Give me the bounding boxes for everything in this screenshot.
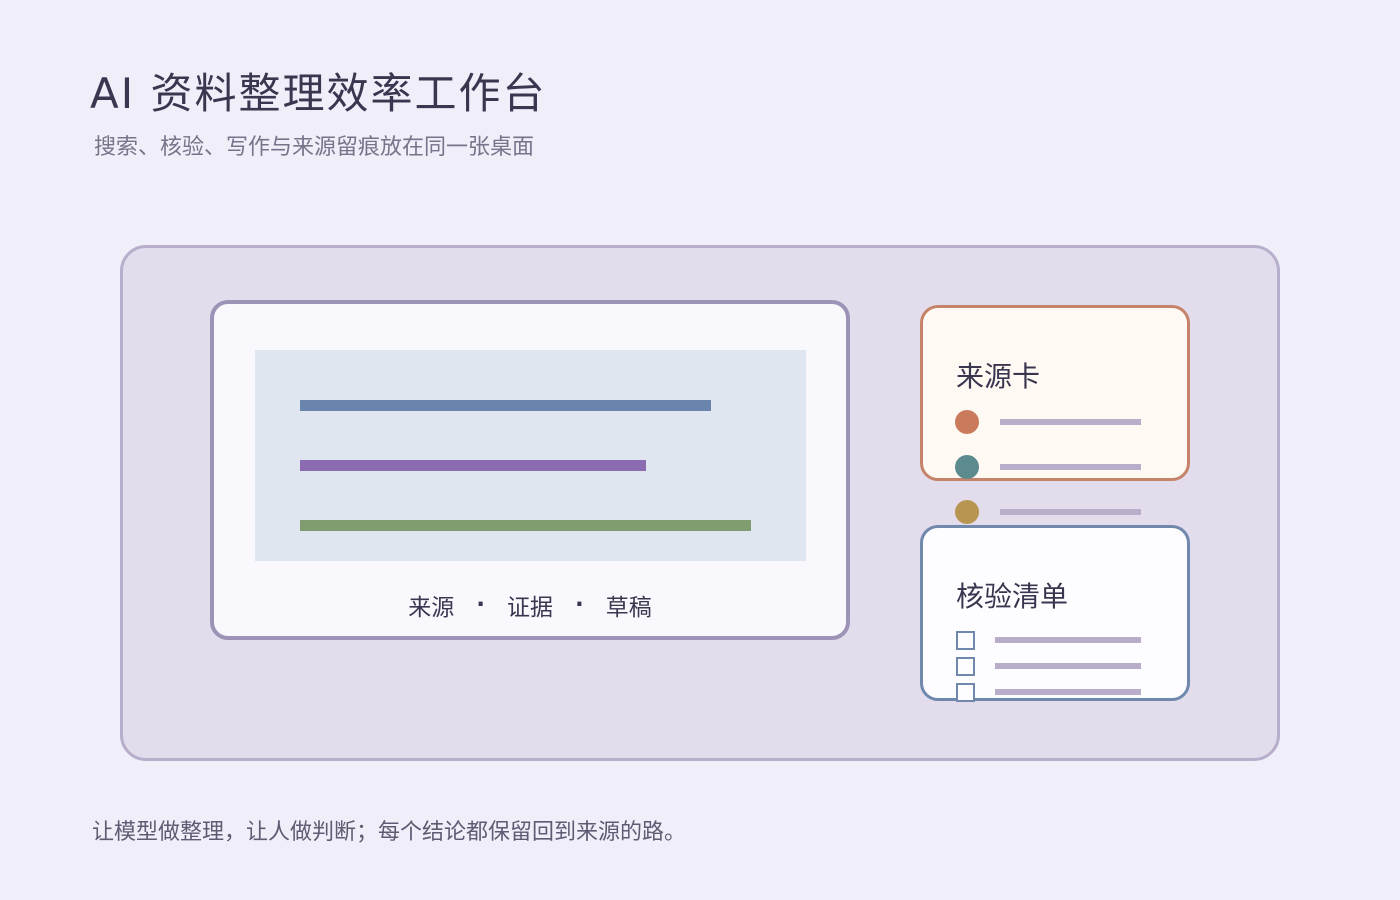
- gold-dot-icon: [955, 500, 979, 524]
- page-title: AI 资料整理效率工作台: [90, 69, 547, 118]
- orange-dot-icon: [955, 410, 979, 434]
- page-subtitle: 搜索、核验、写作与来源留痕放在同一张桌面: [94, 135, 535, 160]
- checkbox-icon[interactable]: [956, 631, 975, 650]
- source-card[interactable]: 来源卡: [920, 305, 1190, 481]
- caption-evidence: 证据: [507, 595, 553, 621]
- caption-separator-2: ·: [575, 592, 584, 618]
- source-line-3: [1000, 509, 1141, 515]
- check-line-1: [995, 637, 1141, 643]
- check-line-2: [995, 663, 1141, 669]
- check-card-title: 核验清单: [956, 580, 1069, 613]
- blue-content-bar: [300, 400, 711, 411]
- caption-separator-1: ·: [476, 592, 485, 618]
- check-line-3: [995, 689, 1141, 695]
- checkbox-icon[interactable]: [956, 657, 975, 676]
- caption-draft: 草稿: [605, 595, 652, 621]
- checkbox-icon[interactable]: [956, 683, 975, 702]
- source-line-1: [1000, 419, 1141, 425]
- teal-dot-icon: [955, 455, 979, 479]
- caption-source: 来源: [408, 595, 455, 621]
- footer-note: 让模型做整理，让人做判断；每个结论都保留回到来源的路。: [92, 820, 687, 845]
- purple-content-bar: [300, 460, 646, 471]
- green-content-bar: [300, 520, 751, 531]
- source-card-title: 来源卡: [956, 360, 1041, 393]
- source-line-2: [1000, 464, 1141, 470]
- editor-caption: 来源 · 证据 · 草稿: [360, 588, 700, 622]
